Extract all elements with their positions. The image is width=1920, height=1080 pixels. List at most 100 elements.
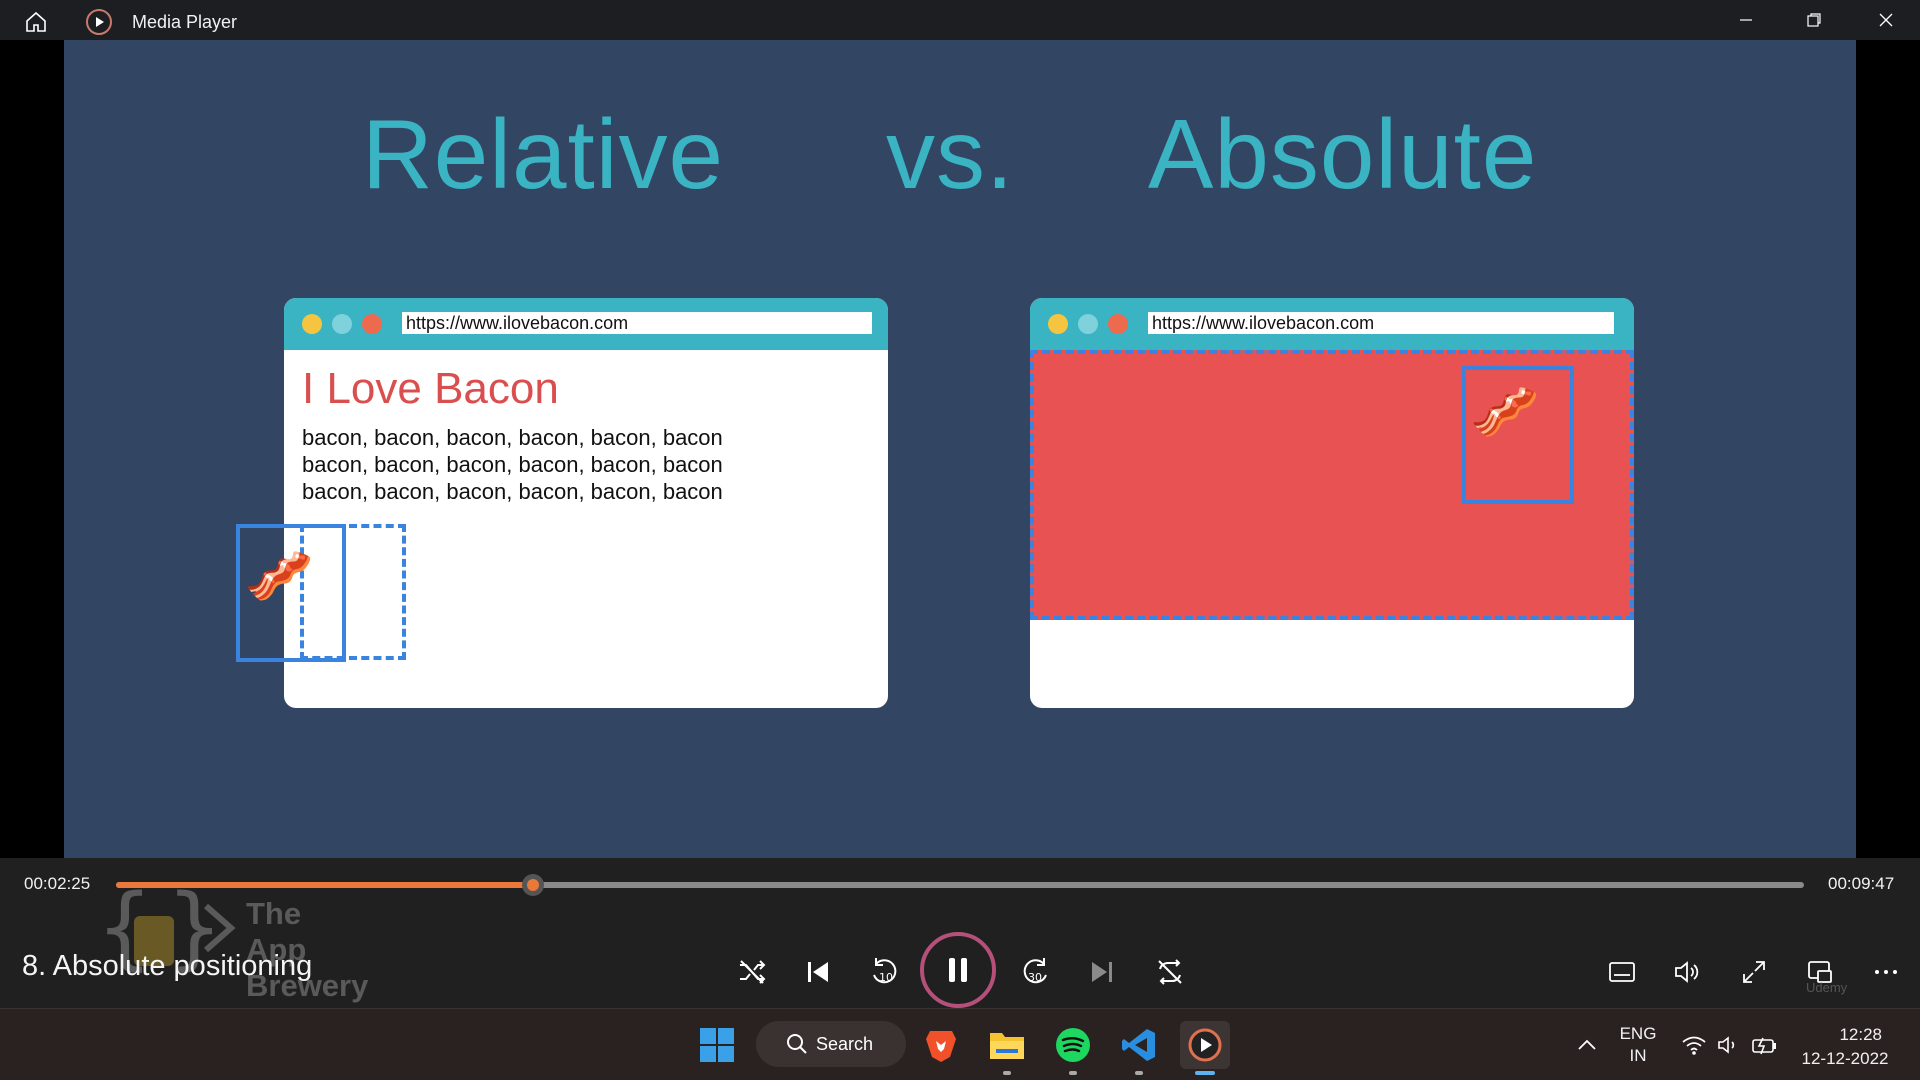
media-player-app[interactable]	[1180, 1021, 1230, 1075]
fullscreen-icon	[1743, 961, 1765, 983]
wifi-icon	[1682, 1036, 1706, 1055]
region-code: IN	[1629, 1046, 1647, 1065]
fullscreen-button[interactable]	[1730, 948, 1778, 996]
home-button[interactable]	[18, 8, 54, 36]
browser-bar: https://www.ilovebacon.com	[284, 298, 888, 350]
bacon-paragraph: bacon, bacon, bacon, bacon, bacon, bacon…	[302, 424, 723, 505]
restore-button[interactable]	[1780, 0, 1848, 40]
slide-title-vs: vs.	[886, 99, 1015, 209]
show-hidden-icons-button[interactable]	[1562, 1021, 1612, 1069]
vscode-app[interactable]	[1114, 1021, 1164, 1075]
slide-title-relative: Relative	[362, 99, 725, 209]
running-indicator	[1003, 1071, 1011, 1075]
elapsed-time: 00:02:25	[24, 874, 91, 893]
spotify-app[interactable]	[1048, 1021, 1098, 1075]
file-explorer-app[interactable]	[982, 1021, 1032, 1075]
watermark-line: The	[246, 896, 302, 931]
slide-title-absolute: Absolute	[1148, 99, 1538, 209]
clock[interactable]: 12:28 12-12-2022	[1790, 1023, 1900, 1071]
rewind-10-icon: 10	[873, 958, 897, 984]
app-logo-icon	[86, 9, 112, 35]
running-indicator	[1069, 1071, 1077, 1075]
forward-30-icon: 30	[1023, 958, 1047, 984]
absolute-browser-mockup: https://www.ilovebacon.com 🥓	[1030, 298, 1634, 708]
episode-title: 8. Absolute positioning	[22, 950, 313, 982]
browser-url: https://www.ilovebacon.com	[402, 312, 872, 334]
network-volume-battery-tray[interactable]	[1670, 1021, 1790, 1069]
windows-start-icon	[700, 1028, 734, 1062]
media-player-icon	[1188, 1028, 1222, 1062]
skip-next-icon	[1092, 962, 1112, 982]
speaker-icon	[1718, 1036, 1735, 1054]
search-label: Search	[816, 1033, 874, 1054]
more-options-button[interactable]	[1862, 948, 1910, 996]
repeat-off-icon	[1158, 959, 1182, 985]
player-controls: 00:02:25 00:09:47 { } The App Brewery 8.…	[0, 858, 1920, 1008]
pause-button[interactable]	[920, 932, 996, 1008]
dot-yellow	[1048, 314, 1068, 334]
rewind-10-button[interactable]: 10	[860, 948, 908, 996]
captions-icon	[1609, 962, 1635, 982]
brave-browser-icon	[926, 1031, 956, 1062]
minimize-icon	[1740, 19, 1752, 21]
chevron-up-icon	[1578, 1039, 1596, 1050]
title-bar: Media Player	[0, 0, 1920, 40]
language-code: ENG	[1619, 1024, 1657, 1043]
bacon-line: bacon, bacon, bacon, bacon, bacon, bacon	[302, 479, 723, 504]
bacon-heading: I Love Bacon	[302, 364, 559, 413]
taskbar: Search ENG IN 12:28 12-12-2022	[0, 1008, 1920, 1080]
more-icon	[1875, 970, 1897, 974]
dot-cyan	[1078, 314, 1098, 334]
spotify-icon	[1056, 1028, 1090, 1062]
close-icon	[1879, 13, 1893, 27]
minimize-button[interactable]	[1712, 0, 1780, 40]
seek-thumb[interactable]	[521, 874, 544, 896]
vscode-icon	[1122, 1029, 1155, 1061]
repeat-button[interactable]	[1146, 948, 1194, 996]
video-frame[interactable]: Relative vs. Absolute https://www.iloveb…	[64, 40, 1856, 858]
active-indicator	[1195, 1071, 1215, 1075]
volume-button[interactable]	[1664, 948, 1712, 996]
dot-yellow	[302, 314, 322, 334]
seek-bar[interactable]	[116, 874, 1804, 896]
browser-url: https://www.ilovebacon.com	[1148, 312, 1614, 334]
window-title: Media Player	[132, 12, 238, 32]
shuffle-button[interactable]	[728, 948, 776, 996]
udemy-watermark: Udemy	[1806, 980, 1848, 995]
relative-browser-mockup: https://www.ilovebacon.com I Love Bacon …	[236, 298, 888, 708]
bacon-line: bacon, bacon, bacon, bacon, bacon, bacon	[302, 452, 723, 477]
folder-icon	[990, 1033, 1024, 1059]
media-player-window: Media Player Relative vs. Absolute https…	[0, 0, 1920, 1008]
clock-time: 12:28	[1839, 1025, 1882, 1044]
previous-button[interactable]	[794, 948, 842, 996]
dot-cyan	[332, 314, 352, 334]
restore-icon	[1807, 13, 1821, 27]
home-icon	[26, 11, 46, 32]
next-button[interactable]	[1078, 948, 1126, 996]
svg-text:30: 30	[1028, 971, 1042, 984]
taskbar-search[interactable]: Search	[756, 1021, 906, 1067]
bacon-image-icon: 🥓	[1470, 380, 1540, 443]
brave-app[interactable]	[916, 1021, 966, 1069]
shuffle-icon	[740, 960, 766, 984]
close-button[interactable]	[1852, 0, 1920, 40]
svg-text:10: 10	[879, 971, 893, 984]
total-time: 00:09:47	[1828, 874, 1895, 893]
clock-date: 12-12-2022	[1801, 1049, 1889, 1068]
bacon-line: bacon, bacon, bacon, bacon, bacon, bacon	[302, 425, 723, 450]
volume-icon	[1675, 961, 1699, 983]
seek-progress	[116, 882, 533, 888]
skip-previous-icon	[808, 962, 828, 982]
bacon-image-icon: 🥓	[244, 544, 314, 607]
dot-red	[362, 314, 382, 334]
search-icon	[787, 1034, 807, 1054]
browser-bar: https://www.ilovebacon.com	[1030, 298, 1634, 350]
running-indicator	[1135, 1071, 1143, 1075]
forward-30-button[interactable]: 30	[1012, 948, 1060, 996]
pause-icon	[949, 958, 967, 982]
dot-red	[1108, 314, 1128, 334]
captions-button[interactable]	[1598, 948, 1646, 996]
battery-icon	[1752, 1037, 1776, 1055]
start-button[interactable]	[692, 1021, 742, 1069]
language-indicator[interactable]: ENG IN	[1610, 1023, 1666, 1067]
